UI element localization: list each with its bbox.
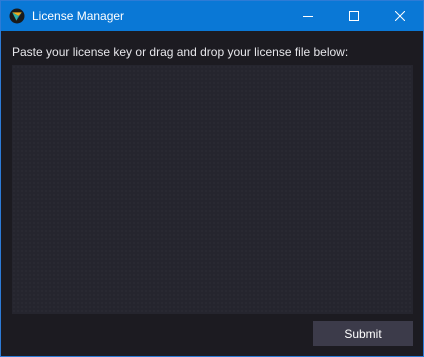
close-icon [395,11,405,21]
title-bar[interactable]: License Manager [1,1,423,31]
close-button[interactable] [377,1,423,31]
window-title: License Manager [32,9,125,23]
app-logo-icon [9,8,25,24]
minimize-button[interactable] [285,1,331,31]
maximize-button[interactable] [331,1,377,31]
license-key-input[interactable] [12,65,413,314]
license-prompt-label: Paste your license key or drag and drop … [12,45,349,59]
submit-button[interactable]: Submit [313,321,413,346]
minimize-icon [303,16,313,17]
license-manager-window: License Manager Paste your license key o… [0,0,424,357]
maximize-icon [349,11,359,21]
client-area: Paste your license key or drag and drop … [1,31,423,356]
